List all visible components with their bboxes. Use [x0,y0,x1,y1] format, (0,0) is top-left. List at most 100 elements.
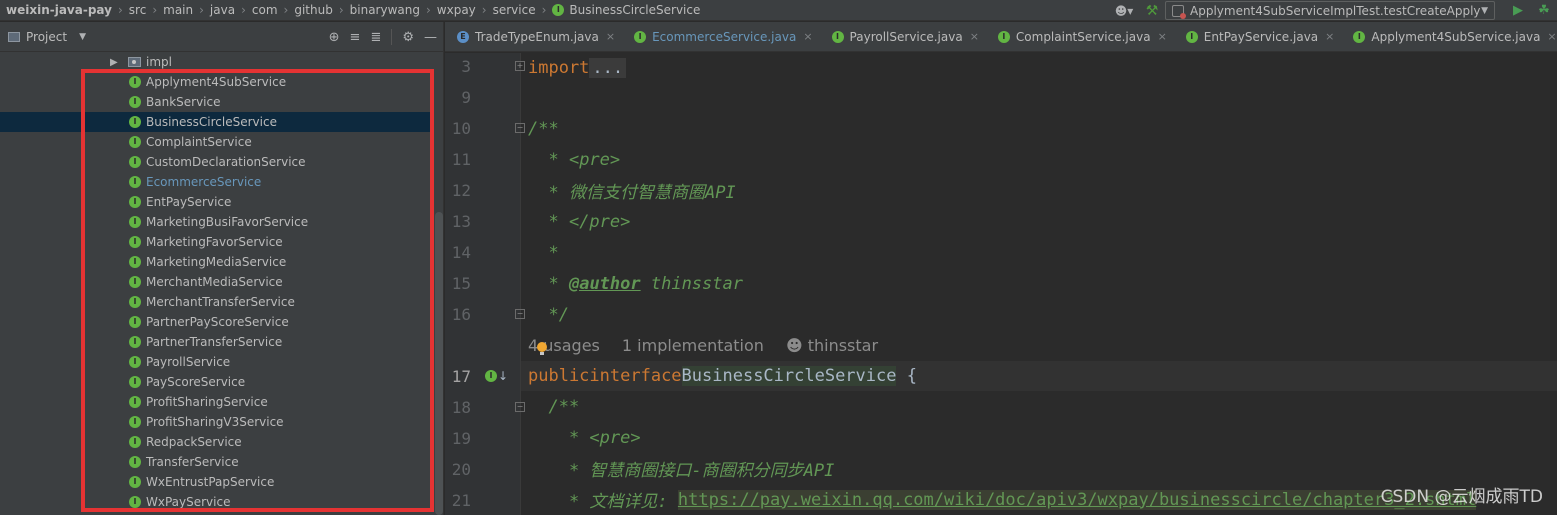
code-line-12: * 微信支付智慧商圈API [548,183,736,203]
close-icon[interactable]: × [803,30,812,43]
locate-target-icon[interactable]: ⊕ [329,30,340,45]
fold-toggle-icon[interactable]: − [515,123,525,133]
close-icon[interactable]: × [1158,30,1167,43]
editor-tab[interactable]: I Applyment4SubService.java × [1341,22,1557,51]
close-icon[interactable]: × [1325,30,1334,43]
line-number: 14 [451,243,471,262]
tree-scrollbar[interactable] [435,212,443,515]
breadcrumb-item[interactable]: wxpay [437,0,476,21]
breadcrumb-separator: › [241,3,246,17]
run-icon[interactable]: ▶ [1505,3,1531,18]
fold-toggle-icon[interactable]: − [515,402,525,412]
lightbulb-icon[interactable] [536,342,548,356]
breadcrumb-item[interactable]: java [210,0,235,21]
breadcrumb-separator: › [425,3,431,17]
close-icon[interactable]: × [606,30,615,43]
close-icon[interactable]: × [1547,30,1556,43]
gear-icon[interactable]: ⚙ [402,30,414,45]
down-arrow-icon: ↓ [498,369,509,383]
line-number: 10 [451,119,471,138]
line-number: 12 [451,181,471,200]
code-editor[interactable]: 3 9 10 11 12 13 14 15 16 17 18 19 20 21 + − − − I ↓ i… [445,53,1557,515]
breadcrumb-item[interactable]: com [252,0,278,21]
breadcrumb-separator: › [199,3,204,17]
editor-gutter: 3 9 10 11 12 13 14 15 16 17 18 19 20 21 [445,53,520,515]
project-folder-icon [8,31,20,42]
interface-icon: I [997,30,1010,43]
folded-imports[interactable]: ... [589,57,627,78]
project-view-selector[interactable]: Project ▼ [0,30,86,44]
hide-minus-icon[interactable]: — [424,30,437,45]
breadcrumb-separator: › [117,3,123,17]
fold-toggle-icon[interactable]: + [515,61,525,71]
code-line-20: * 智慧商圈接口-商圈积分同步API [568,461,835,481]
breadcrumb-separator: › [481,3,487,17]
editor-tab[interactable]: I EcommerceService.java × [622,22,819,51]
editor-tab[interactable]: I ComplaintService.java × [986,22,1174,51]
watermark: CSDN @云烟成雨TD [1380,487,1543,507]
editor-tab[interactable]: E TradeTypeEnum.java × [445,22,622,51]
project-panel-header: Project ▼ ⊕ ≡ ≣ ⚙ — [0,22,443,52]
chevron-down-icon: ▼ [79,31,86,42]
code-line-21: * 文档详见: https://pay.weixin.qq.com/wiki/d… [568,489,1477,512]
user-icon[interactable]: ☻▾ [1109,0,1139,21]
line-number: 9 [461,88,471,107]
editor-tab[interactable]: I EntPayService.java × [1174,22,1342,51]
interface-icon: I [485,370,497,382]
breadcrumb-label: binarywang [349,3,420,17]
doc-link[interactable]: https://pay.weixin.qq.com/wiki/doc/apiv3… [677,489,1477,510]
editor-tab-label: TradeTypeEnum.java [475,29,599,44]
breadcrumb-separator: › [283,3,289,17]
code-line-19: * <pre> [568,427,641,448]
breadcrumb-item[interactable]: src [129,0,147,21]
breadcrumb-label: wxpay [436,3,476,17]
breadcrumb-item[interactable]: binarywang [350,0,420,21]
expand-all-icon[interactable]: ≡ [350,30,361,45]
breadcrumb-item[interactable]: I BusinessCircleService [552,0,700,21]
enum-icon: E [457,30,469,43]
test-config-icon [1172,4,1186,19]
breadcrumb-item[interactable]: github [294,0,332,21]
breadcrumb-item[interactable]: weixin-java-pay [6,0,112,21]
breadcrumb-item[interactable]: main [163,0,193,21]
breadcrumb-item[interactable]: service [493,0,536,21]
editor-tab-label: PayrollService.java [849,29,963,44]
editor-tab[interactable]: I PayrollService.java × [820,22,986,51]
line-number: 20 [451,460,471,479]
collapse-all-icon[interactable]: ≣ [370,30,381,45]
chevron-down-icon: ▼ [1481,5,1488,16]
breadcrumb-separator: › [541,3,547,17]
editor-tab-label: ComplaintService.java [1015,29,1151,44]
red-highlight-box [81,69,434,512]
project-panel-title: Project [26,29,68,44]
code-line-11: * <pre> [548,149,621,170]
fold-toggle-icon[interactable]: − [515,309,525,319]
author-hint[interactable]: ☻ thinsstar [786,336,900,355]
editor-tab-label: Applyment4SubService.java [1371,29,1541,44]
code-line-18: /** [548,396,580,417]
implemented-gutter-icon[interactable]: I ↓ [485,369,508,383]
breadcrumb: weixin-java-pay › src › main › java › com › github… [0,0,700,21]
line-number: 3 [461,57,471,76]
run-configuration-select[interactable]: Applyment4SubServiceImplTest.testCreateA… [1165,1,1495,20]
package-folder-icon [128,57,141,67]
implementations-hint[interactable]: 1 implementation [622,336,764,355]
debug-bug-icon[interactable]: ☘ [1531,3,1557,18]
line-number: 18 [451,398,471,417]
line-number: 15 [451,274,471,293]
breadcrumb-label: java [209,3,236,17]
editor-tabs: E TradeTypeEnum.java × I EcommerceService.ja… [445,22,1557,52]
editor-tab-label: EcommerceService.java [652,29,797,44]
chevron-right-icon[interactable]: ▶ [110,57,118,68]
breadcrumb-separator: › [152,3,158,17]
close-icon[interactable]: × [970,30,979,43]
interface-icon: I [1353,30,1366,43]
code-vision-hints: 4 usages 1 implementation ☻ thinsstar [528,330,922,360]
code-line-16: */ [548,304,569,325]
line-number: 16 [451,305,471,324]
breadcrumb-label: BusinessCircleService [569,3,701,17]
build-hammer-icon[interactable]: ⚒ [1139,0,1165,21]
project-panel-tools: ⊕ ≡ ≣ ⚙ — [329,22,437,52]
breadcrumb-label: src [128,3,147,17]
run-configuration-label: Applyment4SubServiceImplTest.testCreateA… [1190,3,1481,18]
